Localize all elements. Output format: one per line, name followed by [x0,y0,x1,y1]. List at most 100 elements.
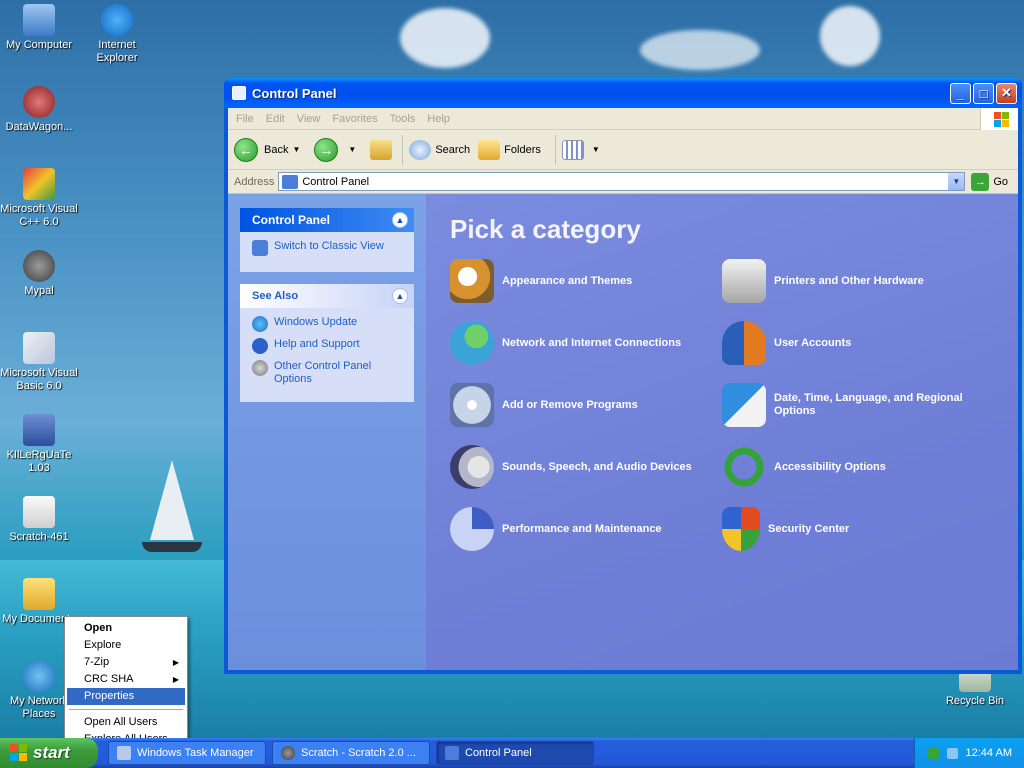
maximize-button[interactable]: □ [973,82,994,104]
cloud [400,8,490,68]
task-manager-icon [117,746,131,760]
folders-button[interactable]: Folders [478,139,541,160]
ie-icon [101,4,133,36]
task-pane: Control Panel ▲ Switch to Classic View S… [228,194,426,670]
menu-tools[interactable]: Tools [386,113,424,125]
category-accessibility[interactable]: Accessibility Options [722,445,994,489]
performance-icon [450,507,494,551]
visual-cpp-icon [23,168,55,200]
accessibility-icon [722,445,766,489]
chevron-down-icon: ▼ [591,145,600,154]
chevron-down-icon[interactable]: ▼ [292,145,300,154]
menu-item-7zip[interactable]: 7-Zip ▶ [67,654,185,671]
taskbar-item-task-manager[interactable]: Windows Task Manager [108,741,266,765]
address-dropdown-button[interactable]: ▼ [948,173,965,190]
start-button[interactable]: start [0,738,98,768]
clock[interactable]: 12:44 AM [966,747,1012,759]
category-add-remove-programs[interactable]: Add or Remove Programs [450,383,722,427]
scratch-icon [281,746,295,760]
chevron-down-icon[interactable]: ▼ [348,145,356,154]
tray-status-icon[interactable] [927,747,939,759]
taskbar-item-control-panel[interactable]: Control Panel [436,741,594,765]
category-security-center[interactable]: Security Center [722,507,994,551]
network-icon [23,660,55,692]
sailboat-hull [142,542,202,552]
cloud [820,6,880,66]
menu-favorites[interactable]: Favorites [328,113,385,125]
address-input[interactable]: Control Panel ▼ [278,172,966,191]
programs-icon [450,383,494,427]
minimize-button[interactable]: _ [950,82,971,104]
address-label: Address [234,175,275,188]
category-date-time[interactable]: Date, Time, Language, and Regional Optio… [722,383,994,427]
tray-network-icon[interactable] [946,747,958,759]
network-icon [450,321,494,365]
category-printers[interactable]: Printers and Other Hardware [722,259,994,303]
menu-item-open[interactable]: Open [67,620,185,637]
desktop-icon-my-computer[interactable]: My Computer [0,4,78,52]
desktop-icon-scratch[interactable]: Scratch-461 [0,496,78,544]
window-content: Control Panel ▲ Switch to Classic View S… [228,194,1018,670]
desktop-icon-killerguate[interactable]: KIlLeRgUaTe 1.03 [0,414,78,475]
switch-classic-view-link[interactable]: Switch to Classic View [252,240,406,256]
folders-icon [478,139,501,160]
control-panel-icon [232,86,246,100]
category-network[interactable]: Network and Internet Connections [450,321,722,365]
taskbar: start Windows Task Manager Scratch - Scr… [0,738,1024,768]
category-appearance[interactable]: Appearance and Themes [450,259,722,303]
windows-update-link[interactable]: Windows Update [252,316,406,332]
go-arrow-icon: → [971,172,990,191]
desktop-icon-datawagon[interactable]: DataWagon... [0,86,78,134]
views-button[interactable]: ▼ [561,139,606,160]
visual-basic-icon [23,332,55,364]
desktop-icon-mypal[interactable]: Mypal [0,250,78,298]
gear-icon [252,360,268,376]
see-also-box: See Also ▲ Windows Update Help and Suppo… [240,284,414,402]
menu-bar: File Edit View Favorites Tools Help [228,108,1018,130]
back-button[interactable]: ← Back ▼ [234,137,306,162]
datetime-icon [722,383,766,427]
printer-icon [722,259,766,303]
context-menu: Open Explore 7-Zip ▶ CRC SHA ▶ Properties … [64,616,188,752]
category-sounds[interactable]: Sounds, Speech, and Audio Devices [450,445,722,489]
forward-button[interactable]: → ▼ [314,137,362,162]
computer-icon [23,4,55,36]
menu-item-explore[interactable]: Explore [67,637,185,654]
cloud [640,30,760,70]
collapse-icon[interactable]: ▲ [392,288,408,304]
other-options-link[interactable]: Other Control Panel Options [252,360,406,386]
windows-logo-icon [10,744,28,762]
up-folder-icon[interactable] [370,139,393,160]
menu-edit[interactable]: Edit [262,113,293,125]
search-icon [409,139,432,160]
collapse-icon[interactable]: ▲ [392,212,408,228]
help-support-link[interactable]: Help and Support [252,338,406,354]
toolbar-separator [402,134,404,165]
menu-view[interactable]: View [293,113,329,125]
desktop-icon-internet-explorer[interactable]: Internet Explorer [78,4,156,65]
desktop-icon-visual-basic[interactable]: Microsoft Visual Basic 6.0 [0,332,78,393]
toolbar: ← Back ▼ → ▼ Search Folders ▼ [228,130,1018,170]
menu-file[interactable]: File [232,113,262,125]
window-title: Control Panel [252,85,337,101]
menu-help[interactable]: Help [423,113,458,125]
category-user-accounts[interactable]: User Accounts [722,321,994,365]
desktop-icon-visual-cpp[interactable]: Microsoft Visual C++ 6.0 [0,168,78,229]
title-bar[interactable]: Control Panel _ □ ✕ [224,78,1022,108]
close-button[interactable]: ✕ [996,82,1017,104]
go-button[interactable]: → Go [971,172,1008,191]
menu-item-open-all-users[interactable]: Open All Users [67,714,185,731]
menu-item-properties[interactable]: Properties [67,688,185,705]
shortcut-icon [23,86,55,118]
users-icon [722,321,766,365]
see-also-header[interactable]: See Also ▲ [240,284,414,308]
control-panel-box: Control Panel ▲ Switch to Classic View [240,208,414,272]
control-panel-box-header[interactable]: Control Panel ▲ [240,208,414,232]
taskbar-item-scratch[interactable]: Scratch - Scratch 2.0 ... [272,741,430,765]
file-icon [23,496,55,528]
menu-item-crc-sha[interactable]: CRC SHA ▶ [67,671,185,688]
classic-view-icon [252,240,268,256]
search-button[interactable]: Search [409,139,470,160]
category-performance[interactable]: Performance and Maintenance [450,507,722,551]
views-icon [561,139,584,160]
